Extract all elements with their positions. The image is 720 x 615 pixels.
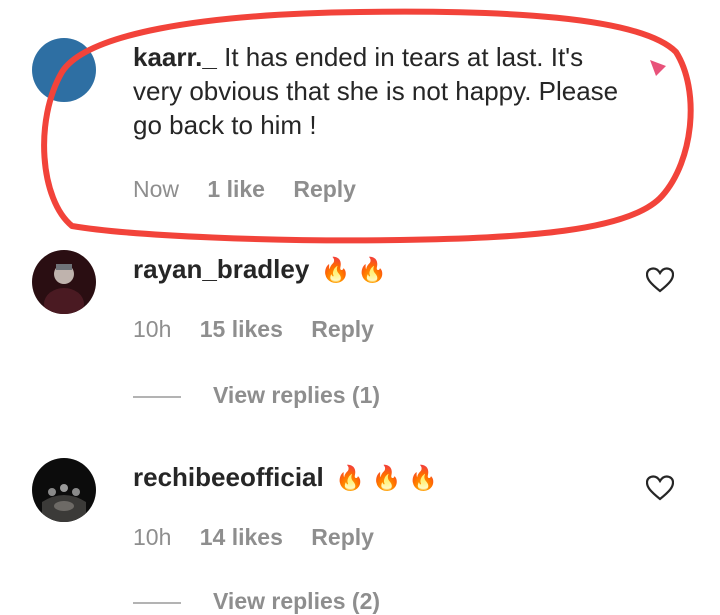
- comment-meta: Now 1 like Reply: [133, 176, 378, 203]
- avatar[interactable]: [32, 38, 96, 102]
- like-heart-icon[interactable]: [646, 475, 674, 501]
- divider: [133, 601, 181, 604]
- like-heart-icon[interactable]: [646, 267, 674, 293]
- fire-emoji-icon: 🔥 🔥 🔥: [334, 465, 438, 492]
- username[interactable]: kaarr._: [133, 42, 217, 72]
- comment-meta: 10h 14 likes Reply: [133, 524, 396, 551]
- comment-text: kaarr._ It has ended in tears at last. I…: [133, 40, 633, 142]
- view-replies-label: View replies (2): [213, 588, 381, 614]
- timestamp: 10h: [133, 316, 172, 342]
- likes-count[interactable]: 14 likes: [200, 524, 283, 551]
- reply-button[interactable]: Reply: [311, 524, 374, 551]
- avatar[interactable]: [32, 458, 96, 522]
- likes-count[interactable]: 1 like: [207, 176, 265, 203]
- comment-meta: 10h 15 likes Reply: [133, 316, 396, 343]
- username[interactable]: rechibeeofficial: [133, 462, 324, 492]
- view-replies-label: View replies (1): [213, 382, 381, 408]
- likes-count[interactable]: 15 likes: [200, 316, 283, 343]
- reply-button[interactable]: Reply: [293, 176, 356, 203]
- avatar[interactable]: [32, 250, 96, 314]
- timestamp: Now: [133, 176, 180, 202]
- fire-emoji-icon: 🔥 🔥: [320, 257, 387, 284]
- view-replies-button[interactable]: View replies (2): [133, 588, 380, 615]
- comment-text: rechibeeofficial 🔥 🔥 🔥: [133, 460, 438, 496]
- timestamp: 10h: [133, 524, 172, 550]
- username[interactable]: rayan_bradley: [133, 254, 309, 284]
- divider: [133, 395, 181, 398]
- view-replies-button[interactable]: View replies (1): [133, 382, 380, 409]
- reply-button[interactable]: Reply: [311, 316, 374, 343]
- comment-text: rayan_bradley 🔥 🔥: [133, 252, 387, 288]
